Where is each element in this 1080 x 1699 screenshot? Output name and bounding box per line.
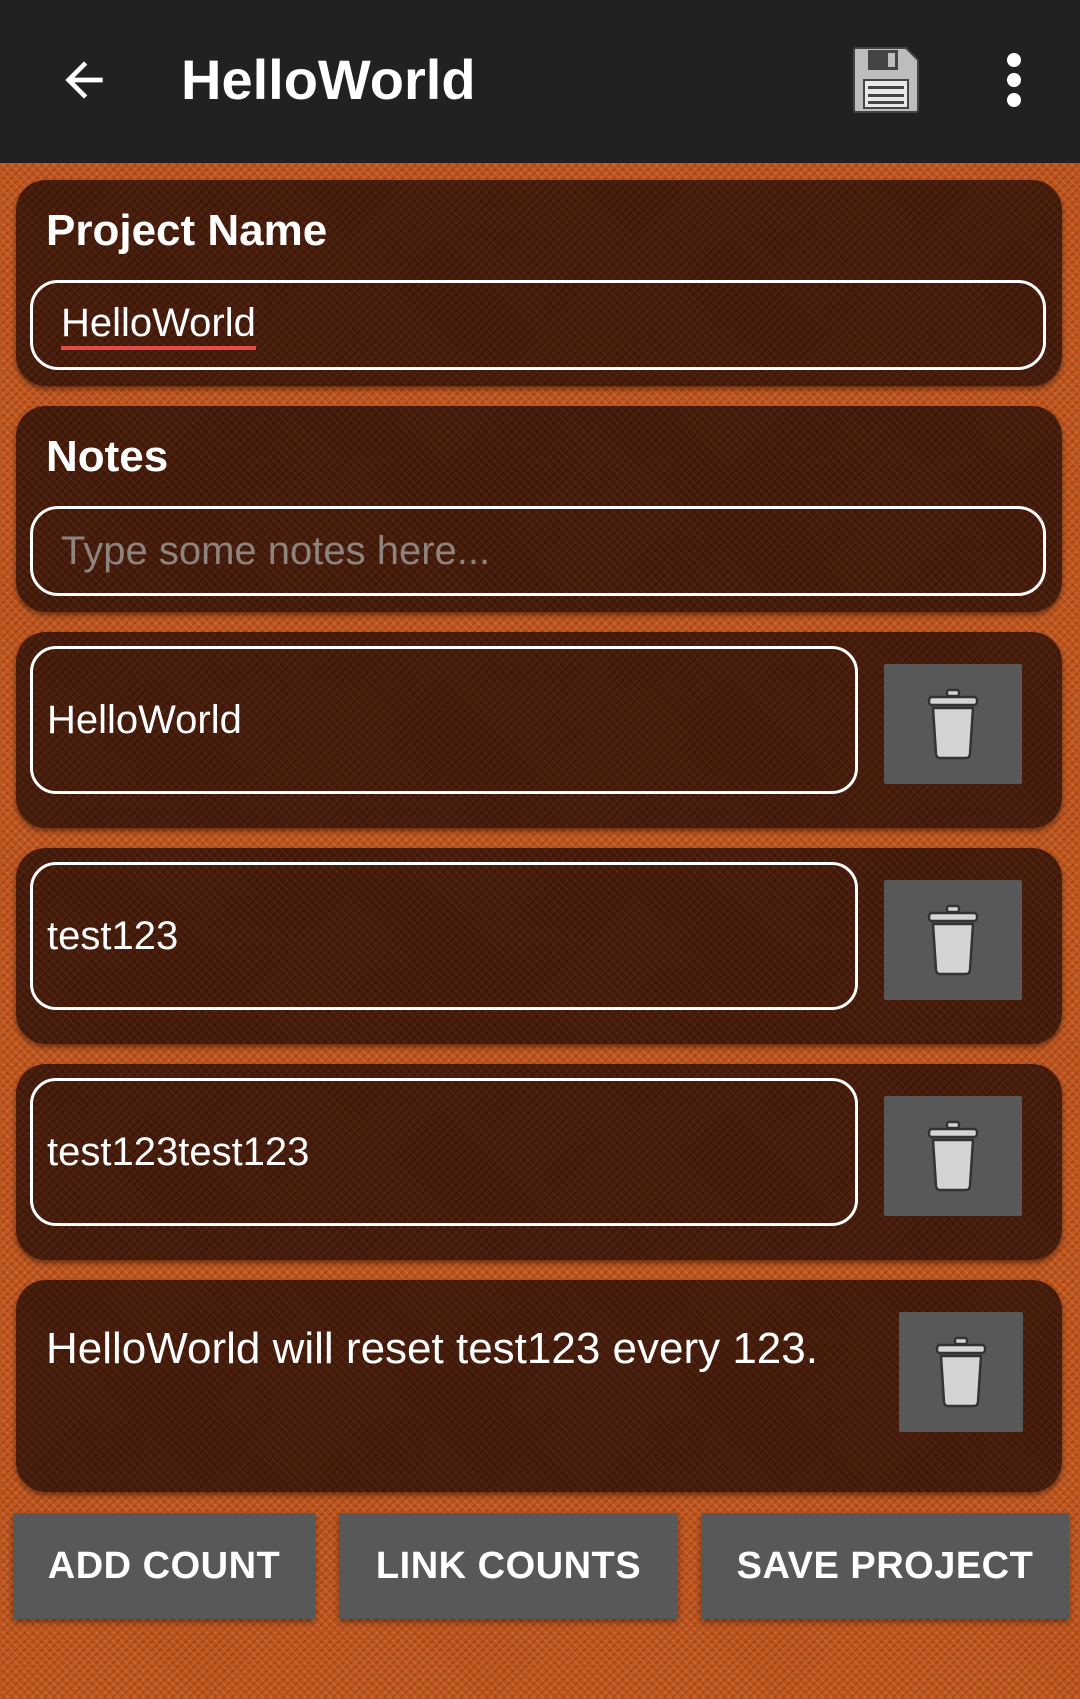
count-name: test123test123	[47, 1129, 310, 1174]
notes-label: Notes	[46, 432, 169, 481]
trash-icon	[927, 904, 979, 976]
arrow-left-icon	[65, 61, 103, 99]
delete-count-button[interactable]	[884, 664, 1022, 784]
app-title: HelloWorld	[181, 48, 476, 111]
count-name: HelloWorld	[47, 697, 242, 742]
notes-placeholder: Type some notes here...	[61, 528, 491, 573]
count-row: test123test123	[16, 1064, 1062, 1260]
add-count-button[interactable]: ADD COUNT	[13, 1513, 315, 1619]
count-name-input[interactable]: HelloWorld	[30, 646, 858, 794]
trash-icon	[927, 1120, 979, 1192]
more-vertical-icon	[1007, 53, 1021, 107]
count-name-input[interactable]: test123test123	[30, 1078, 858, 1226]
project-name-label: Project Name	[46, 206, 328, 255]
count-name-input[interactable]: test123	[30, 862, 858, 1010]
link-card: HelloWorld will reset test123 every 123.	[16, 1280, 1062, 1492]
project-name-value: HelloWorld	[61, 300, 256, 350]
count-row: HelloWorld	[16, 632, 1062, 828]
count-row: test123	[16, 848, 1062, 1044]
notes-input[interactable]: Type some notes here...	[30, 506, 1046, 596]
trash-icon	[927, 688, 979, 760]
save-project-button[interactable]: SAVE PROJECT	[701, 1513, 1069, 1619]
project-name-card: Project Name HelloWorld	[16, 180, 1062, 386]
link-counts-button[interactable]: LINK COUNTS	[339, 1513, 678, 1619]
floppy-disk-icon	[853, 47, 919, 113]
delete-count-button[interactable]	[884, 1096, 1022, 1216]
overflow-menu-button[interactable]	[984, 40, 1044, 120]
delete-link-button[interactable]	[899, 1312, 1023, 1432]
save-toolbar-button[interactable]	[846, 40, 926, 120]
delete-count-button[interactable]	[884, 880, 1022, 1000]
project-name-input[interactable]: HelloWorld	[30, 280, 1046, 370]
link-description: HelloWorld will reset test123 every 123.	[46, 1324, 818, 1373]
app-bar: HelloWorld	[0, 0, 1080, 163]
trash-icon	[935, 1336, 987, 1408]
notes-card: Notes Type some notes here...	[16, 406, 1062, 612]
back-button[interactable]	[48, 44, 120, 116]
count-name: test123	[47, 913, 179, 958]
